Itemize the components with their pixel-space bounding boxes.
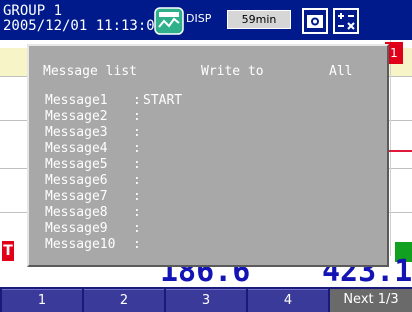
message-name: Message3 — [45, 125, 108, 140]
message-row[interactable]: Message9: — [45, 221, 143, 236]
next-page-button[interactable]: Next 1/3 — [330, 289, 412, 312]
interval-box[interactable]: 59min — [227, 10, 291, 29]
message-row[interactable]: Message2: — [45, 109, 143, 124]
group-label: GROUP 1 — [3, 3, 63, 19]
message-name: Message1 — [45, 93, 108, 108]
softkey-1[interactable]: 1 — [2, 289, 82, 312]
message-row[interactable]: Message4: — [45, 141, 143, 156]
message-sep: : — [133, 125, 141, 140]
message-name: Message5 — [45, 157, 108, 172]
message-row[interactable]: Message10: — [45, 237, 143, 252]
trip-marker: T — [2, 241, 14, 261]
message-row[interactable]: Message1: START — [45, 93, 182, 108]
message-row[interactable]: Message3: — [45, 125, 143, 140]
message-name: Message10 — [45, 237, 116, 252]
message-name: Message6 — [45, 173, 108, 188]
message-name: Message2 — [45, 109, 108, 124]
message-sep: : — [133, 173, 141, 188]
softkey-2[interactable]: 2 — [84, 289, 164, 312]
dialog-title: Message list — [43, 64, 137, 79]
softkey-3[interactable]: 3 — [166, 289, 246, 312]
write-to-label: Write to — [201, 64, 264, 79]
display-mode-icon[interactable] — [154, 7, 184, 35]
message-sep: : — [133, 141, 141, 156]
message-name: Message7 — [45, 189, 108, 204]
math-icon[interactable] — [333, 8, 359, 34]
message-row[interactable]: Message8: — [45, 205, 143, 220]
softkey-4[interactable]: 4 — [248, 289, 328, 312]
message-name: Message9 — [45, 221, 108, 236]
message-name: Message8 — [45, 205, 108, 220]
date-time: 2005/12/01 11:13:03 — [3, 18, 164, 34]
status-header: GROUP 1 2005/12/01 11:13:03 DISP 59min — [0, 0, 412, 40]
message-sep: : — [133, 157, 141, 172]
message-sep: : — [133, 205, 141, 220]
message-list-dialog: Message list Write to All Message1: START… — [27, 44, 389, 267]
grid-vertical — [390, 40, 391, 256]
message-row[interactable]: Message5: — [45, 157, 143, 172]
message-text: START — [143, 93, 183, 108]
message-sep: : — [133, 237, 141, 252]
message-sep: : — [133, 109, 141, 124]
message-sep: : — [133, 189, 141, 204]
message-name: Message4 — [45, 141, 108, 156]
message-row[interactable]: Message7: — [45, 189, 143, 204]
message-sep: : — [133, 93, 141, 108]
write-target[interactable]: All — [329, 64, 352, 79]
snapshot-icon[interactable] — [302, 8, 328, 34]
message-row[interactable]: Message6: — [45, 173, 143, 188]
message-sep: : — [133, 221, 141, 236]
disp-label: DISP — [186, 12, 212, 25]
